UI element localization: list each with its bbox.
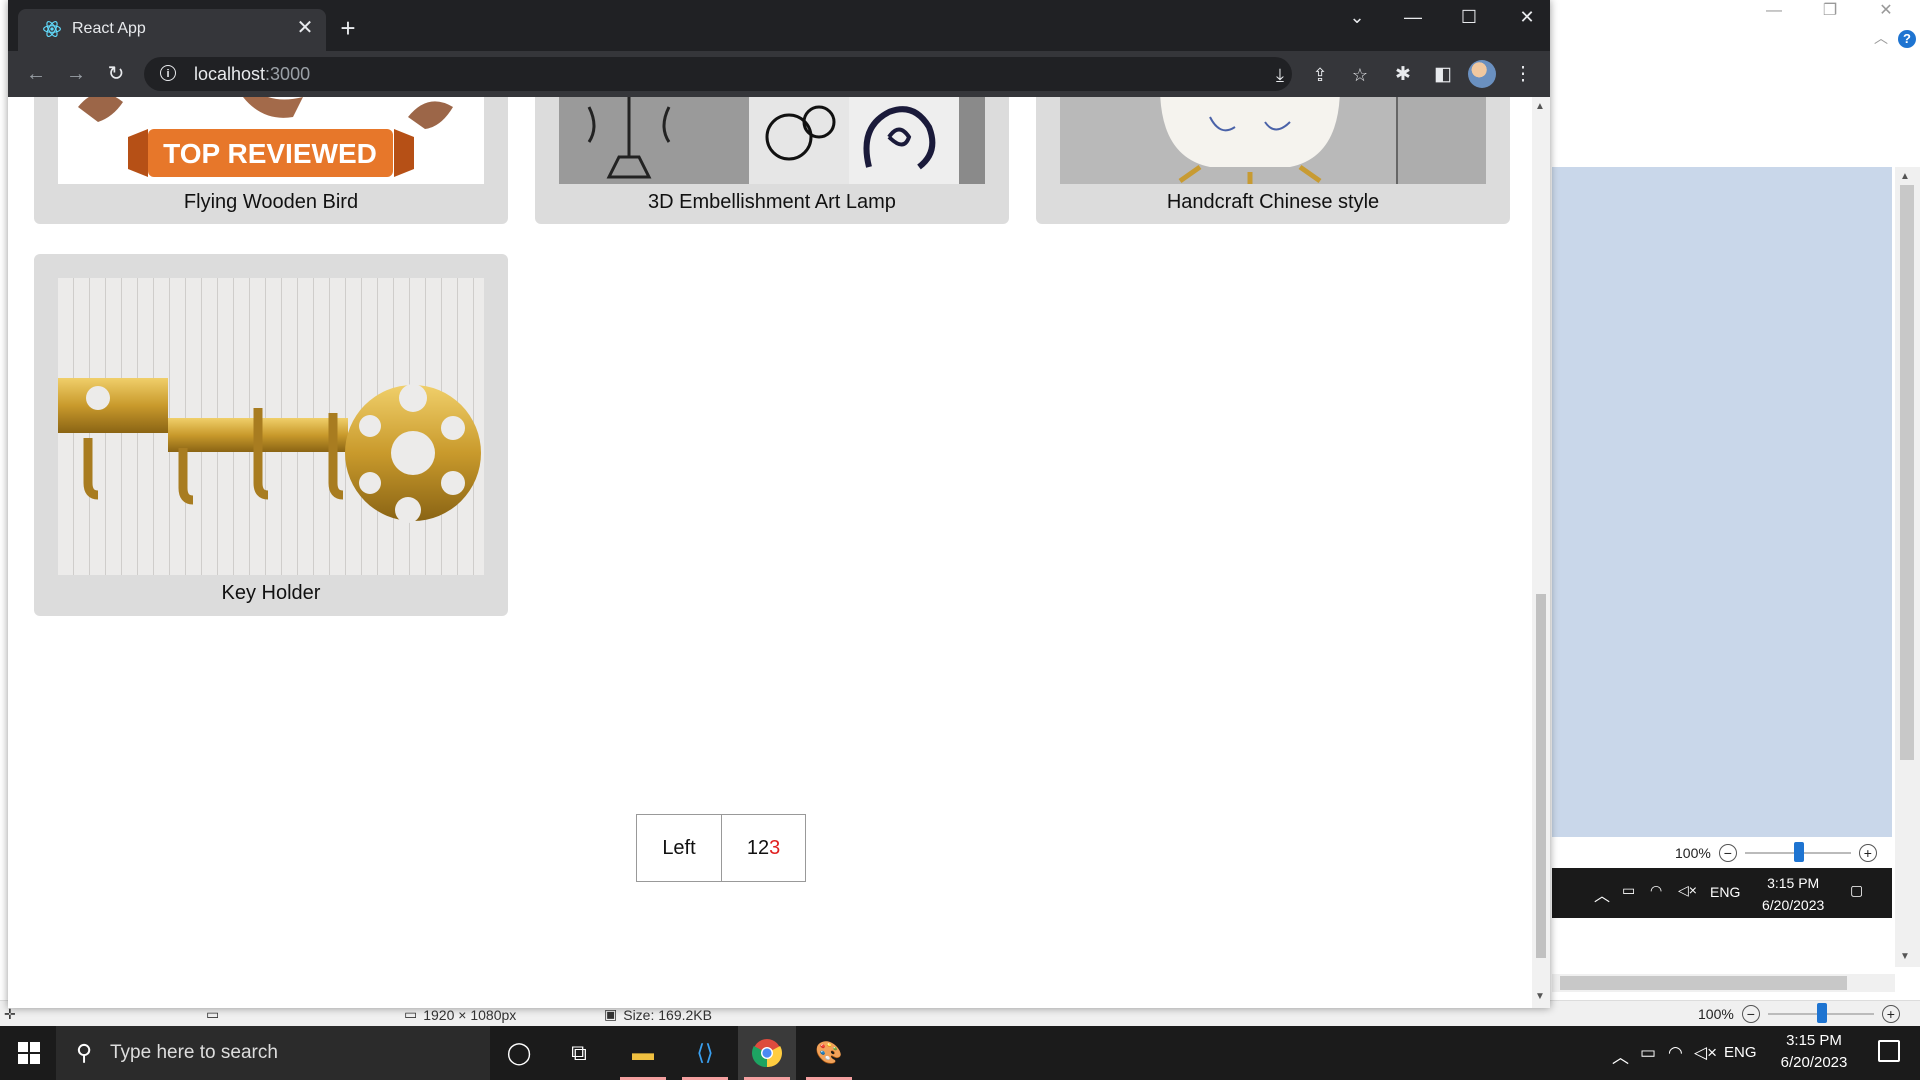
pagination-pages: 1 2 3 xyxy=(722,815,805,881)
search-placeholder: Type here to search xyxy=(110,1042,278,1063)
bookmark-star-icon[interactable]: ☆ xyxy=(1348,63,1372,87)
file-size: ▣ Size: 169.2KB xyxy=(604,1006,712,1023)
wifi-icon[interactable]: ◠ xyxy=(1668,1043,1683,1063)
windows-start-icon[interactable] xyxy=(18,1042,40,1064)
windows-taskbar: ⚲ Type here to search ◯ ⧉ ▬ ⟨⟩ 🎨 ︿ ▭ ◠ ◁… xyxy=(0,1026,1920,1080)
minimize-button[interactable]: — xyxy=(1390,0,1436,34)
product-image xyxy=(559,97,985,184)
clock-time: 3:15 PM xyxy=(1786,1032,1842,1049)
status-zoom-out-icon[interactable]: − xyxy=(1741,1005,1760,1023)
page-1-link[interactable]: 1 xyxy=(747,837,758,860)
file-explorer-icon[interactable]: ▬ xyxy=(614,1026,672,1080)
chrome-window: React App ✕ + ⌄ — ☐ ✕ ← → ↻ i localhost:… xyxy=(8,0,1550,1008)
tab-search-icon[interactable]: ⌄ xyxy=(1334,0,1380,34)
cursor-position-icon: ✛ xyxy=(4,1006,16,1022)
notifications-icon[interactable] xyxy=(1878,1040,1900,1062)
page-viewport: TOP REVIEWED Flying Wooden Bird 3D Embel… xyxy=(8,97,1532,1008)
battery-icon[interactable]: ▭ xyxy=(1640,1043,1656,1063)
new-tab-button[interactable]: + xyxy=(333,14,363,44)
chrome-toolbar: ← → ↻ i localhost:3000 ⤓ ⇪ ☆ ✱ ◧ ⋮ xyxy=(8,51,1550,97)
pagination: Left 1 2 3 xyxy=(636,814,806,882)
scroll-up-arrow-icon[interactable]: ▲ xyxy=(1535,101,1545,112)
bg-canvas-area xyxy=(1552,167,1892,837)
product-card[interactable]: Handcraft Chinese style xyxy=(1036,97,1510,224)
bg-canvas-zoom: 100% − + xyxy=(1675,842,1885,862)
bg-vertical-scroll-thumb[interactable] xyxy=(1900,185,1914,760)
reload-icon[interactable]: ↻ xyxy=(102,60,130,88)
bg-canvas-taskbar-image: ︿ ▭ ◠ ◁× ENG 3:15 PM 6/20/2023 ▢ xyxy=(1552,868,1892,918)
chrome-titlebar: React App ✕ + ⌄ — ☐ ✕ xyxy=(8,0,1550,51)
forward-icon[interactable]: → xyxy=(62,60,90,88)
search-icon: ⚲ xyxy=(76,1040,93,1065)
kebab-menu-icon[interactable]: ⋮ xyxy=(1510,62,1536,88)
status-zoom-slider[interactable] xyxy=(1767,1003,1874,1023)
product-image: TOP REVIEWED xyxy=(58,97,484,184)
save-icon: ▣ xyxy=(604,1006,618,1022)
page-3-link[interactable]: 3 xyxy=(769,837,780,860)
tab-close-icon[interactable]: ✕ xyxy=(294,17,316,39)
selection-size-icon: ▭ xyxy=(206,1006,220,1022)
maximize-button[interactable]: ☐ xyxy=(1446,0,1492,34)
task-view-icon[interactable]: ⧉ xyxy=(550,1026,608,1080)
site-info-icon[interactable]: i xyxy=(160,65,176,81)
install-app-icon[interactable]: ⤓ xyxy=(1268,63,1292,87)
browser-tab[interactable]: React App ✕ xyxy=(18,9,326,51)
cortana-icon[interactable]: ◯ xyxy=(490,1026,548,1080)
address-bar[interactable]: i localhost:3000 ⤓ ⇪ ☆ xyxy=(144,57,1368,91)
clock-date: 6/20/2023 xyxy=(1780,1054,1848,1071)
bg-help-button[interactable]: ? xyxy=(1898,30,1916,48)
product-image xyxy=(1060,97,1486,184)
react-logo-icon xyxy=(43,21,61,37)
image-dimensions: ▭ 1920 × 1080px xyxy=(404,1006,517,1023)
zoom-in-icon[interactable]: + xyxy=(1858,844,1877,862)
dimensions-icon: ▭ xyxy=(404,1006,418,1022)
badge-text: TOP REVIEWED xyxy=(163,138,377,169)
bg-restore-button[interactable]: ❐ xyxy=(1810,0,1850,22)
product-image xyxy=(58,278,484,575)
share-icon[interactable]: ⇪ xyxy=(1308,63,1332,87)
bg-horizontal-scroll-thumb[interactable] xyxy=(1560,976,1847,990)
product-name: Handcraft Chinese style xyxy=(1166,191,1380,213)
zoom-out-icon[interactable]: − xyxy=(1718,844,1737,862)
page-scroll-thumb[interactable] xyxy=(1536,594,1546,958)
profile-avatar[interactable] xyxy=(1468,60,1496,88)
page-2-link[interactable]: 2 xyxy=(758,837,769,860)
bg-ribbon-collapse-icon[interactable]: ︿ xyxy=(1874,28,1888,48)
zoom-slider[interactable] xyxy=(1744,842,1851,862)
scroll-down-arrow-icon[interactable]: ▼ xyxy=(1535,991,1545,1002)
bg-close-button[interactable]: ✕ xyxy=(1866,0,1906,22)
product-card[interactable]: Key Holder xyxy=(34,254,508,616)
product-card[interactable]: 3D Embellishment Art Lamp xyxy=(535,97,1009,224)
back-icon[interactable]: ← xyxy=(22,60,50,88)
paint-taskbar-icon[interactable]: 🎨 xyxy=(800,1026,858,1080)
taskbar-search-box[interactable]: ⚲ Type here to search xyxy=(56,1026,490,1080)
page-scrollbar[interactable]: ▲ ▼ xyxy=(1532,97,1550,1008)
pagination-left-button[interactable]: Left xyxy=(637,815,722,881)
language-indicator[interactable]: ENG xyxy=(1724,1044,1757,1061)
product-name: Key Holder xyxy=(221,582,321,604)
product-name: Flying Wooden Bird xyxy=(183,191,359,213)
bg-minimize-button[interactable]: — xyxy=(1754,0,1794,22)
volume-muted-icon[interactable]: ◁× xyxy=(1694,1043,1717,1063)
bg-status-zoom: 100% − + xyxy=(1698,1003,1908,1023)
close-window-button[interactable]: ✕ xyxy=(1504,0,1550,34)
taskbar-clock[interactable]: 3:15 PM 6/20/2023 xyxy=(1768,1030,1860,1074)
tab-title: React App xyxy=(72,20,146,37)
extensions-puzzle-icon[interactable]: ✱ xyxy=(1390,62,1416,88)
product-name: 3D Embellishment Art Lamp xyxy=(648,191,896,213)
product-card[interactable]: TOP REVIEWED Flying Wooden Bird xyxy=(34,97,508,224)
system-tray: ︿ ▭ ◠ ◁× ENG 3:15 PM 6/20/2023 xyxy=(1600,1026,1920,1080)
url-text[interactable]: localhost:3000 xyxy=(194,64,310,85)
show-hidden-icons-icon[interactable]: ︿ xyxy=(1612,1043,1629,1068)
chrome-taskbar-icon[interactable] xyxy=(738,1026,796,1080)
vscode-icon[interactable]: ⟨⟩ xyxy=(676,1026,734,1080)
side-panel-icon[interactable]: ◧ xyxy=(1430,62,1456,88)
status-zoom-in-icon[interactable]: + xyxy=(1881,1005,1900,1023)
